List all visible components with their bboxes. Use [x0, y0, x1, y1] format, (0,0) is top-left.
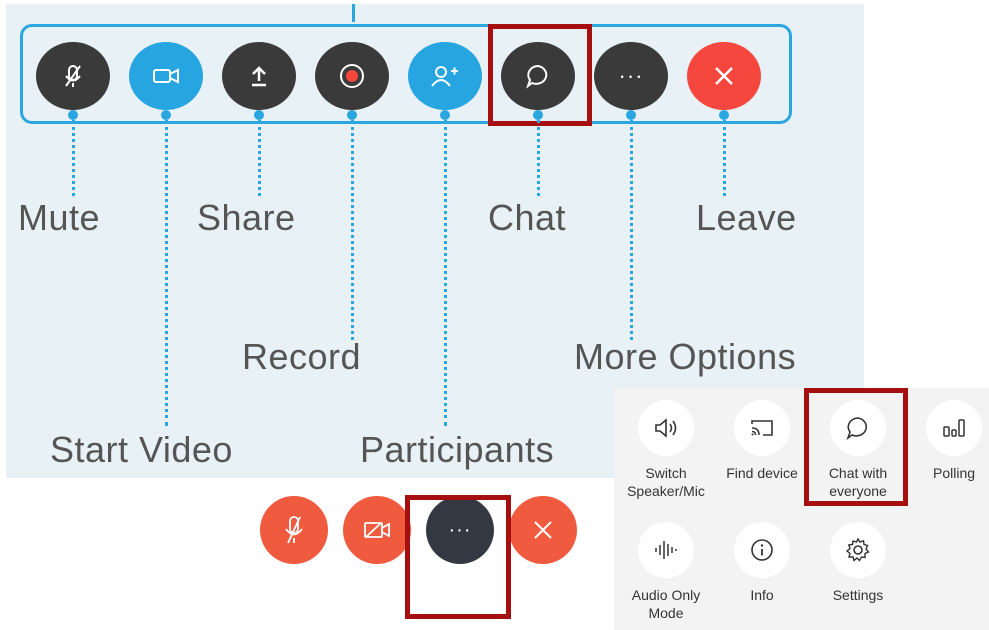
- start-video-label: Start Video: [50, 429, 233, 470]
- audio-wave-icon-circle: [638, 522, 694, 578]
- record-leader-line: [351, 120, 354, 340]
- menu-item-info[interactable]: Info: [714, 522, 810, 604]
- menu-item-label: Switch Speaker/Mic: [627, 465, 705, 499]
- record-button[interactable]: [315, 42, 389, 110]
- mobile-mute-button[interactable]: [260, 496, 328, 564]
- leave-label: Leave: [696, 197, 797, 238]
- chat-label: Chat: [488, 197, 567, 238]
- menu-item-label: Info: [750, 587, 774, 603]
- microphone-muted-icon: [285, 516, 303, 544]
- menu-item-label: Settings: [832, 587, 884, 603]
- speaker-icon-circle: [638, 400, 694, 456]
- ellipsis-icon: ···: [618, 63, 644, 88]
- cast-icon-circle: [734, 400, 790, 456]
- mute-connector-dot: [68, 110, 78, 120]
- speaker-icon: [655, 418, 677, 438]
- menu-item-settings[interactable]: Settings: [810, 522, 906, 604]
- close-icon: [715, 67, 733, 85]
- chat-option-highlight-box: [804, 388, 908, 506]
- participants-leader-line: [444, 120, 447, 426]
- menu-item-label: Find device: [726, 465, 798, 481]
- polling-icon: [943, 419, 965, 437]
- audio-wave-icon: [655, 541, 677, 559]
- menu-item-find-device[interactable]: Find device: [714, 400, 810, 482]
- participants-button[interactable]: [408, 42, 482, 110]
- more-options-label: More Options: [574, 336, 797, 377]
- info-icon-circle: [734, 522, 790, 578]
- menu-item-label: Polling: [932, 465, 976, 481]
- cast-icon: [751, 420, 773, 436]
- participants-connector-dot: [440, 110, 450, 120]
- mobile-leave-button[interactable]: [509, 496, 577, 564]
- settings-icon-circle: [830, 522, 886, 578]
- share-connector-dot: [254, 110, 264, 120]
- upload-arrow-icon: [252, 66, 266, 87]
- record-connector-dot: [347, 110, 357, 120]
- start-video-connector-dot: [161, 110, 171, 120]
- more-options-menu: Switch Speaker/Mic Find device Chat with…: [614, 388, 989, 630]
- share-leader-line: [258, 120, 261, 196]
- share-label: Share: [197, 197, 296, 238]
- settings-gear-icon: [845, 537, 870, 562]
- more-options-connector-dot: [626, 110, 636, 120]
- leave-button[interactable]: [687, 42, 761, 110]
- share-button[interactable]: [222, 42, 296, 110]
- menu-item-audio-only-mode[interactable]: Audio Only Mode: [618, 522, 714, 622]
- chat-connector-dot: [533, 110, 543, 120]
- start-video-leader-line: [165, 120, 168, 426]
- participants-label: Participants: [360, 429, 555, 470]
- video-off-icon: [364, 522, 390, 538]
- polling-icon-circle: [926, 400, 982, 456]
- mute-leader-line: [72, 120, 75, 196]
- start-video-button[interactable]: [129, 42, 203, 110]
- more-options-leader-line: [630, 120, 633, 340]
- microphone-muted-icon: [65, 65, 81, 87]
- more-options-button[interactable]: ···: [594, 42, 668, 110]
- info-icon: [751, 539, 773, 561]
- menu-item-polling[interactable]: Polling: [906, 400, 989, 482]
- participants-icon: [431, 66, 458, 87]
- video-camera-icon: [153, 68, 179, 84]
- leave-leader-line: [723, 120, 726, 196]
- mobile-video-button[interactable]: [343, 496, 411, 564]
- mute-label: Mute: [18, 197, 101, 238]
- chat-leader-line: [537, 120, 540, 196]
- menu-item-switch-speaker[interactable]: Switch Speaker/Mic: [618, 400, 714, 500]
- more-button-highlight-box: [405, 495, 511, 619]
- close-icon: [534, 521, 552, 539]
- menu-item-label: Audio Only Mode: [631, 587, 701, 621]
- leave-connector-dot: [719, 110, 729, 120]
- record-icon: [340, 64, 364, 88]
- record-label: Record: [242, 336, 362, 377]
- mute-button[interactable]: [36, 42, 110, 110]
- diagram-top-connector: [352, 4, 355, 22]
